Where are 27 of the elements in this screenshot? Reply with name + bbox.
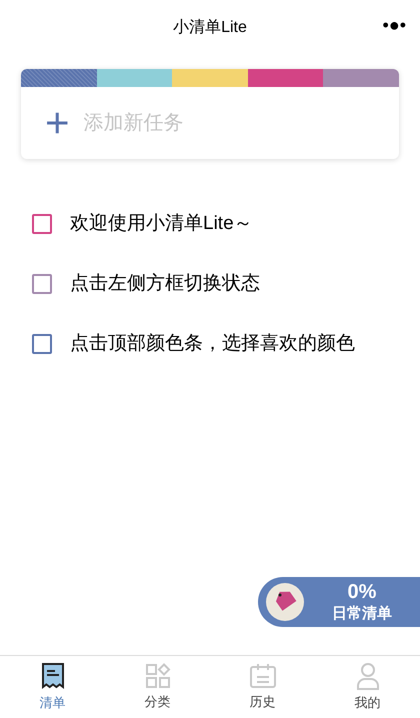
color-swatch[interactable] bbox=[96, 69, 172, 87]
task-checkbox[interactable] bbox=[32, 214, 52, 234]
color-swatch[interactable] bbox=[21, 69, 97, 87]
tab-item[interactable]: 清单 bbox=[0, 656, 105, 718]
more-button[interactable]: •●• bbox=[382, 16, 406, 34]
color-swatch[interactable] bbox=[248, 69, 324, 87]
task-checkbox[interactable] bbox=[32, 334, 52, 354]
add-task-field[interactable]: 添加新任务 bbox=[84, 108, 344, 138]
task-text: 点击顶部颜色条，选择喜欢的颜色 bbox=[70, 332, 355, 356]
grid-icon bbox=[144, 662, 170, 689]
calendar-icon bbox=[248, 662, 276, 689]
progress-badge[interactable]: 0% 日常清单 bbox=[258, 577, 420, 627]
color-swatch[interactable] bbox=[323, 69, 399, 87]
task-text: 欢迎使用小清单Lite～ bbox=[70, 212, 253, 236]
task-checkbox[interactable] bbox=[32, 274, 52, 294]
plus-icon: + bbox=[45, 102, 70, 144]
window-title: 小清单Lite bbox=[173, 18, 247, 38]
tab-item[interactable]: 历史 bbox=[210, 656, 315, 718]
progress-percent: 0% bbox=[348, 580, 376, 605]
receipt-icon bbox=[40, 662, 66, 690]
tag-icon bbox=[266, 583, 304, 621]
tab-item[interactable]: 我的 bbox=[315, 656, 420, 718]
tab-item[interactable]: 分类 bbox=[105, 656, 210, 718]
color-swatch[interactable] bbox=[172, 69, 248, 87]
list-name: 日常清单 bbox=[332, 605, 392, 624]
person-icon bbox=[356, 662, 380, 690]
task-text: 点击左侧方框切换状态 bbox=[70, 272, 260, 296]
